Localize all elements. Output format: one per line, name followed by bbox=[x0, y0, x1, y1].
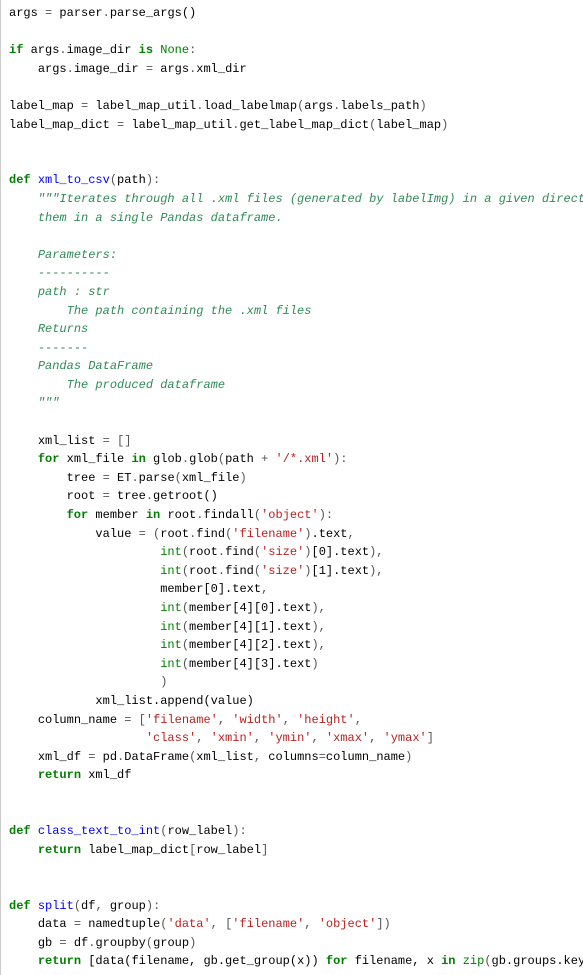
line: column_name = ['filename', 'width', 'hei… bbox=[9, 713, 362, 727]
line: label_map_dict = label_map_util.get_labe… bbox=[9, 118, 448, 132]
line: int(member[4][2].text), bbox=[9, 638, 326, 652]
docstring: """Iterates through all .xml files (gene… bbox=[9, 192, 583, 411]
line: xml_list = [] bbox=[9, 434, 131, 448]
line: def class_text_to_int(row_label): bbox=[9, 824, 247, 838]
line: int(member[4][3].text) bbox=[9, 657, 319, 671]
line: tree = ET.parse(xml_file) bbox=[9, 471, 247, 485]
line: args = parser.parse_args() bbox=[9, 6, 196, 20]
line: for xml_file in glob.glob(path + '/*.xml… bbox=[9, 452, 348, 466]
line: int(member[4][0].text), bbox=[9, 601, 326, 615]
line: label_map = label_map_util.load_labelmap… bbox=[9, 99, 427, 113]
line: root = tree.getroot() bbox=[9, 489, 218, 503]
line: int(member[4][1].text), bbox=[9, 620, 326, 634]
line: int(root.find('size')[1].text), bbox=[9, 564, 384, 578]
line: if args.image_dir is None: bbox=[9, 43, 196, 57]
line: 'class', 'xmin', 'ymin', 'xmax', 'ymax'] bbox=[9, 731, 434, 745]
line: def split(df, group): bbox=[9, 899, 160, 913]
line: def xml_to_csv(path): bbox=[9, 173, 160, 187]
line: value = (root.find('filename').text, bbox=[9, 527, 355, 541]
line: xml_list.append(value) bbox=[9, 694, 254, 708]
line: for member in root.findall('object'): bbox=[9, 508, 333, 522]
line: return [data(filename, gb.get_group(x)) … bbox=[9, 954, 583, 968]
line: return xml_df bbox=[9, 768, 131, 782]
line: gb = df.groupby(group) bbox=[9, 936, 196, 950]
code-block: args = parser.parse_args() if args.image… bbox=[1, 0, 583, 975]
line: return label_map_dict[row_label] bbox=[9, 843, 268, 857]
line: args.image_dir = args.xml_dir bbox=[9, 62, 247, 76]
line: member[0].text, bbox=[9, 582, 268, 596]
line: data = namedtuple('data', ['filename', '… bbox=[9, 917, 391, 931]
line: int(root.find('size')[0].text), bbox=[9, 545, 384, 559]
line: ) bbox=[9, 675, 167, 689]
line: xml_df = pd.DataFrame(xml_list, columns=… bbox=[9, 750, 412, 764]
